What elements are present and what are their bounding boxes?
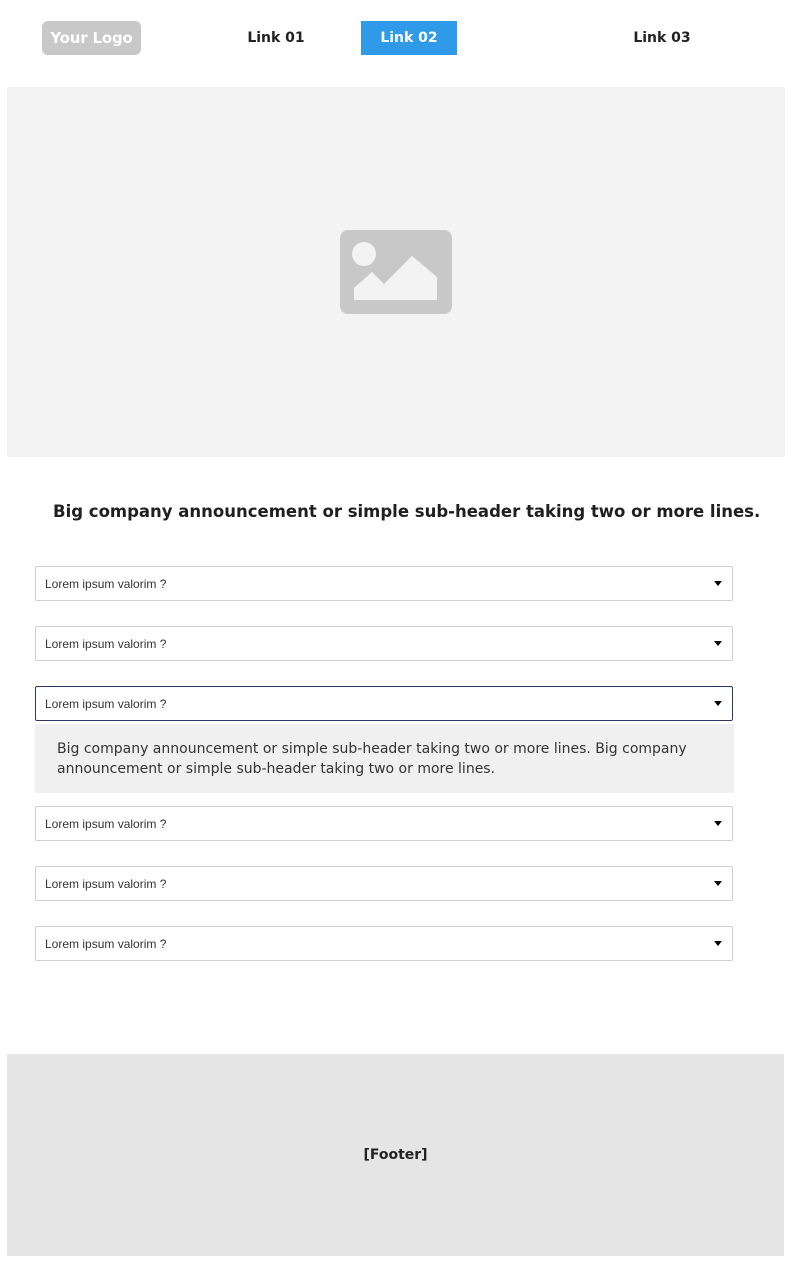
faq-item-3[interactable]: Lorem ipsum valorim ?	[35, 686, 733, 721]
nav-link-02[interactable]: Link 02	[361, 21, 457, 55]
caret-down-icon	[714, 881, 722, 886]
caret-down-icon	[714, 641, 722, 646]
faq-question: Lorem ipsum valorim ?	[45, 696, 167, 711]
faq-question: Lorem ipsum valorim ?	[45, 636, 167, 651]
faq-item-2[interactable]: Lorem ipsum valorim ?	[35, 626, 733, 661]
footer: [Footer]	[7, 1054, 784, 1256]
page-subheader: Big company announcement or simple sub-h…	[53, 502, 761, 521]
caret-down-icon	[714, 821, 722, 826]
footer-label: [Footer]	[363, 1147, 428, 1163]
caret-down-icon	[714, 941, 722, 946]
faq-item-1[interactable]: Lorem ipsum valorim ?	[35, 566, 733, 601]
caret-down-icon	[714, 701, 722, 706]
faq-question: Lorem ipsum valorim ?	[45, 816, 167, 831]
logo[interactable]: Your Logo	[42, 21, 141, 55]
faq-question: Lorem ipsum valorim ?	[45, 576, 167, 591]
faq-question: Lorem ipsum valorim ?	[45, 936, 167, 951]
faq-item-5[interactable]: Lorem ipsum valorim ?	[35, 866, 733, 901]
caret-down-icon	[714, 581, 722, 586]
faq-answer: Big company announcement or simple sub-h…	[35, 724, 734, 793]
nav-link-03[interactable]: Link 03	[612, 21, 712, 55]
faq-item-6[interactable]: Lorem ipsum valorim ?	[35, 926, 733, 961]
image-placeholder-icon	[340, 230, 452, 314]
faq-item-4[interactable]: Lorem ipsum valorim ?	[35, 806, 733, 841]
nav-link-01[interactable]: Link 01	[226, 21, 326, 55]
faq-question: Lorem ipsum valorim ?	[45, 876, 167, 891]
hero-image-placeholder	[7, 87, 785, 457]
